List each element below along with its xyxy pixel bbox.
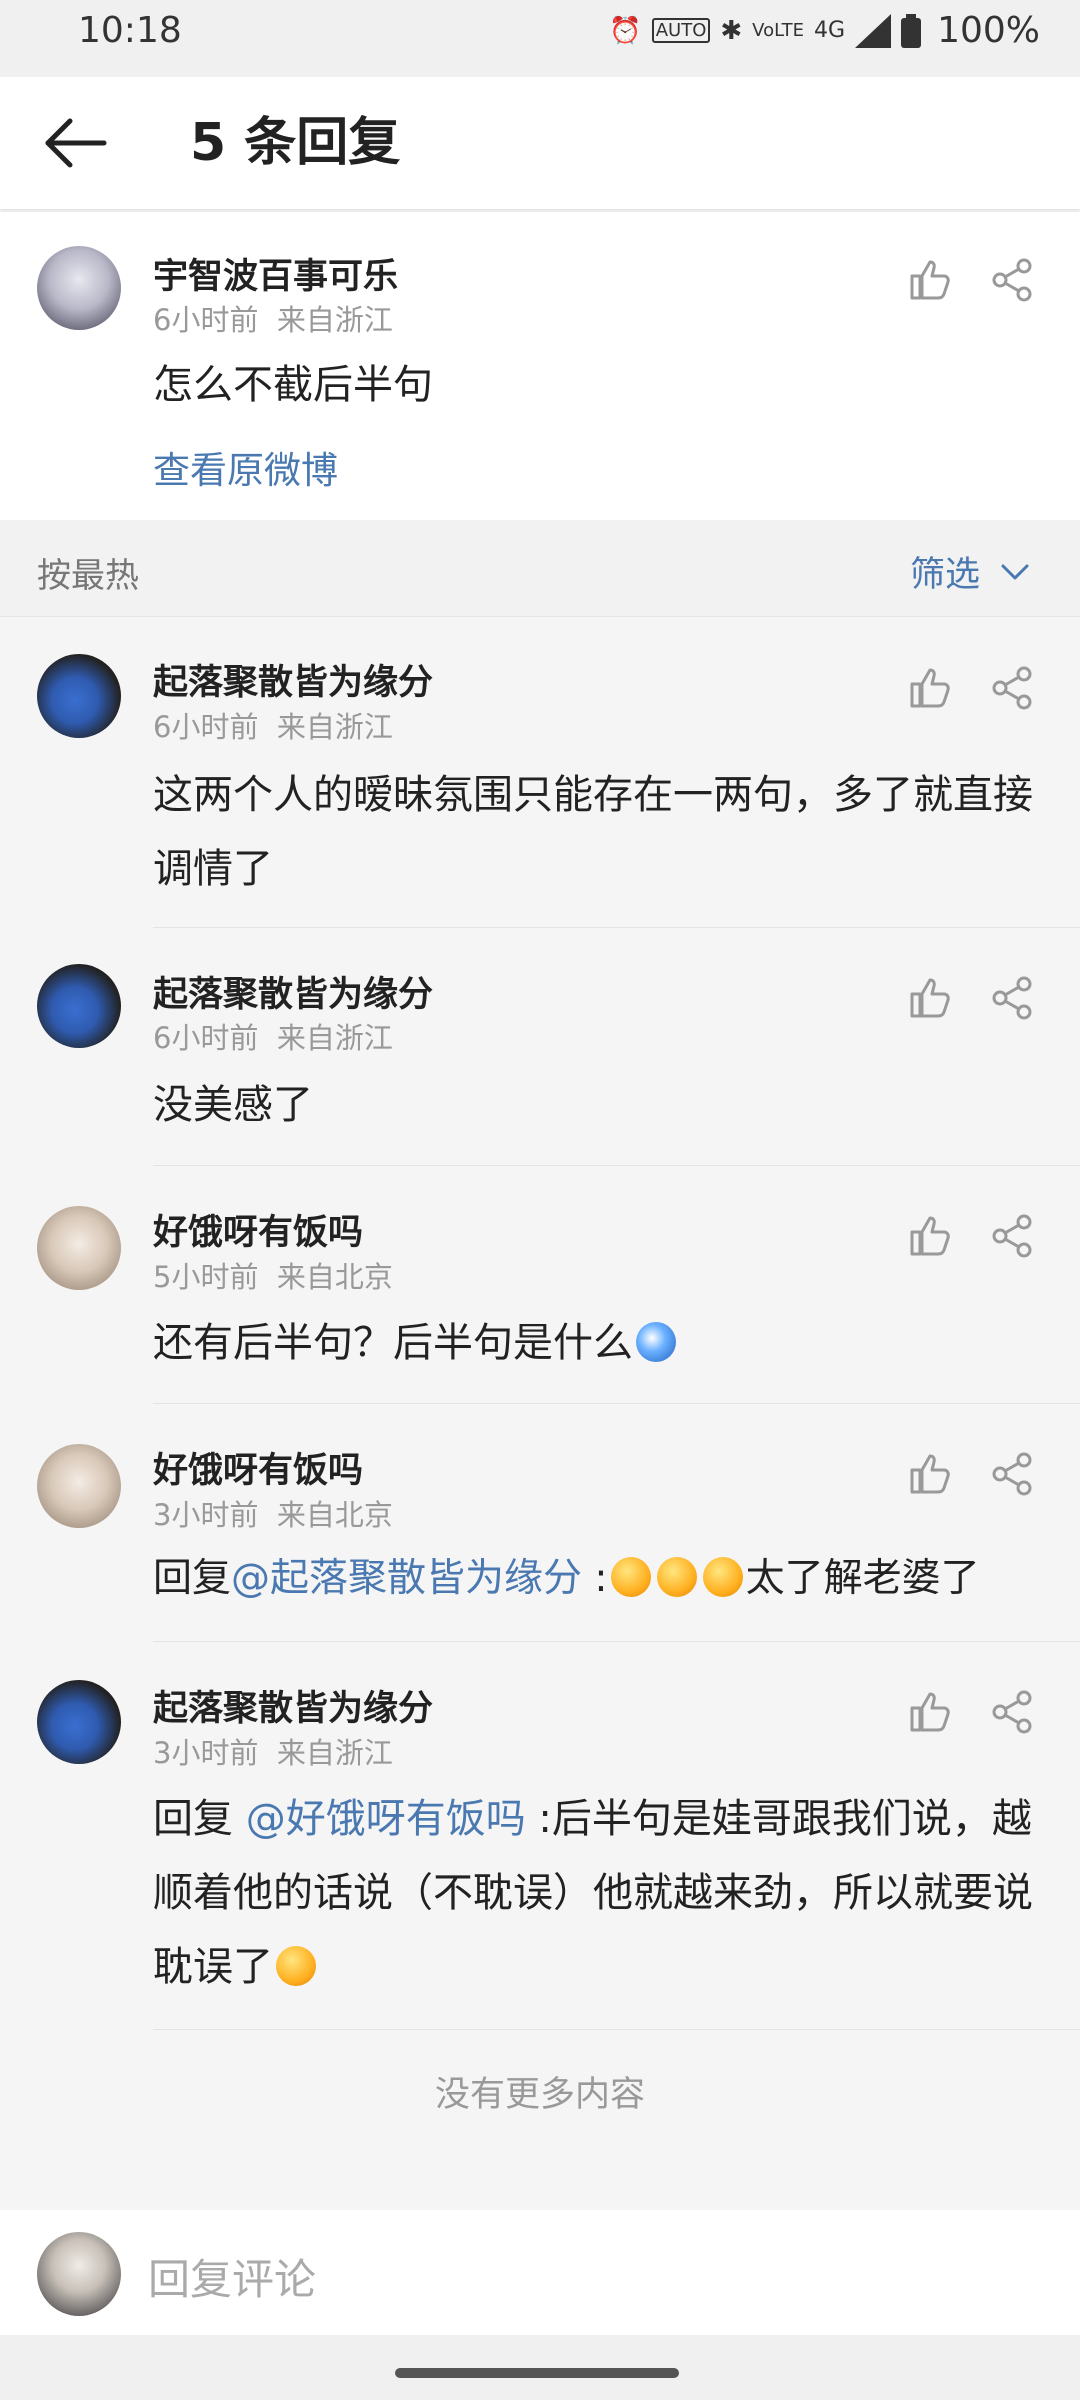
reply-prefix: 回复 — [153, 1796, 246, 1842]
status-icons: ⏰ AUTO ✱ VoLTE 4G 100% — [609, 10, 1040, 51]
comment-location: 来自浙江 — [276, 1736, 393, 1770]
comment-meta: 6小时前 来自浙江 — [153, 704, 393, 746]
no-more-content: 没有更多内容 — [434, 2075, 645, 2115]
user-name[interactable]: 起落聚散皆为缘分 — [153, 654, 433, 705]
comment-text: 没美感了 — [153, 1082, 313, 1128]
comment-meta: 6小时前 来自浙江 — [153, 1015, 393, 1057]
like-icon[interactable] — [906, 1212, 954, 1260]
comment-meta: 3小时前 来自北京 — [153, 1492, 393, 1534]
like-icon[interactable] — [906, 1450, 954, 1498]
battery-percentage: 100% — [937, 10, 1040, 51]
avatar[interactable] — [37, 964, 121, 1048]
comment-text: 怎么不截后半句 — [153, 362, 433, 408]
reply-item: 起落聚散皆为缘分 6小时前 来自浙江 没美感了 — [0, 928, 1080, 1166]
my-avatar — [37, 2232, 121, 2316]
user-name[interactable]: 起落聚散皆为缘分 — [153, 1680, 433, 1731]
user-name[interactable]: 宇智波百事可乐 — [153, 248, 398, 299]
alarm-icon: ⏰ — [609, 15, 642, 46]
comment-text: 还有后半句？后半句是什么 — [153, 1306, 1053, 1380]
comment-time: 6小时前 — [153, 710, 259, 744]
comment-text: 这两个人的暧昧氛围只能存在一两句，多了就直接调情了 — [153, 772, 1033, 892]
user-name[interactable]: 好饿呀有饭吗 — [153, 1442, 363, 1493]
comment-time: 6小时前 — [153, 303, 259, 337]
love-emoji-icon — [610, 1557, 651, 1597]
reply-prefix: 回复 — [153, 1556, 232, 1601]
back-arrow-icon[interactable] — [40, 107, 112, 179]
share-icon[interactable] — [988, 1688, 1036, 1736]
comment-time: 6小时前 — [153, 1021, 259, 1055]
status-time: 10:18 — [78, 10, 182, 51]
reply-item: 好饿呀有饭吗 5小时前 来自北京 还有后半句？后半句是什么 — [0, 1166, 1080, 1404]
comment-time: 3小时前 — [153, 1736, 259, 1770]
comment-location: 来自北京 — [276, 1260, 393, 1294]
bluetooth-icon: ✱ — [720, 15, 743, 46]
status-bar: 10:18 ⏰ AUTO ✱ VoLTE 4G 100% — [0, 0, 1080, 77]
view-original-link[interactable]: 查看原微博 — [153, 440, 338, 494]
header: 5 条回复 — [0, 77, 1080, 209]
avatar[interactable] — [37, 1206, 121, 1290]
smile-emoji-icon — [276, 1946, 316, 1986]
comment-text: 回复 @好饿呀有饭吗 :后半句是娃哥跟我们说，越顺着他的话说（不耽误）他就越来劲… — [153, 1782, 1053, 2004]
share-icon[interactable] — [988, 256, 1036, 304]
root-comment: 宇智波百事可乐 6小时前 来自浙江 怎么不截后半句 查看原微博 — [0, 212, 1080, 520]
filter-button[interactable]: 筛选 — [910, 546, 1030, 597]
comment-location: 来自浙江 — [276, 1021, 393, 1055]
share-icon[interactable] — [988, 1212, 1036, 1260]
doge-emoji-icon — [636, 1322, 676, 1362]
like-icon[interactable] — [906, 1688, 954, 1736]
love-emoji-icon — [702, 1557, 743, 1597]
comment-meta: 5小时前 来自北京 — [153, 1254, 393, 1296]
divider — [153, 2029, 1080, 2030]
avatar[interactable] — [37, 1680, 121, 1764]
user-name[interactable]: 起落聚散皆为缘分 — [153, 966, 433, 1017]
comment-meta: 6小时前 来自浙江 — [153, 297, 393, 339]
comment-body: 还有后半句？后半句是什么 — [153, 1320, 633, 1366]
share-icon[interactable] — [988, 974, 1036, 1022]
volte-icon: VoLTE — [752, 20, 805, 41]
battery-icon — [901, 13, 922, 48]
comment-time: 5小时前 — [153, 1260, 259, 1294]
avatar[interactable] — [37, 654, 121, 738]
auto-hd-icon: AUTO — [651, 18, 711, 43]
sort-by-hot[interactable]: 按最热 — [37, 548, 139, 597]
like-icon[interactable] — [906, 974, 954, 1022]
avatar[interactable] — [37, 1444, 121, 1528]
comment-body: : — [582, 1556, 608, 1601]
bottom-reply-bar[interactable]: 回复评论 — [0, 2210, 1080, 2335]
comment-text: 回复@起落聚散皆为缘分 : 太了解老婆了 — [153, 1542, 1073, 1616]
reply-comment-input[interactable]: 回复评论 — [148, 2246, 316, 2307]
like-icon[interactable] — [906, 664, 954, 712]
reply-item: 起落聚散皆为缘分 3小时前 来自浙江 回复 @好饿呀有饭吗 :后半句是娃哥跟我们… — [0, 1642, 1080, 2030]
comment-location: 来自浙江 — [276, 303, 393, 337]
chevron-down-icon — [1001, 564, 1029, 579]
filter-label: 筛选 — [909, 555, 980, 595]
home-gesture-handle[interactable] — [395, 2368, 679, 2378]
page-title: 5 条回复 — [190, 113, 401, 173]
comment-suffix: 太了解老婆了 — [745, 1556, 980, 1601]
like-icon[interactable] — [906, 256, 954, 304]
reply-item: 起落聚散皆为缘分 6小时前 来自浙江 这两个人的暧昧氛围只能存在一两句，多了就直… — [0, 618, 1080, 928]
user-name[interactable]: 好饿呀有饭吗 — [153, 1204, 363, 1255]
mention-link[interactable]: @好饿呀有饭吗 — [246, 1796, 526, 1842]
mention-link[interactable]: @起落聚散皆为缘分 — [231, 1556, 582, 1601]
sort-bar: 按最热 筛选 — [0, 520, 1080, 617]
comment-meta: 3小时前 来自浙江 — [153, 1730, 393, 1772]
love-emoji-icon — [656, 1557, 697, 1597]
signal-icon — [855, 13, 892, 48]
comment-location: 来自浙江 — [276, 710, 393, 744]
comment-time: 3小时前 — [153, 1498, 259, 1532]
share-icon[interactable] — [988, 1450, 1036, 1498]
reply-item: 好饿呀有饭吗 3小时前 来自北京 回复@起落聚散皆为缘分 : 太了解老婆了 — [0, 1404, 1080, 1642]
avatar[interactable] — [37, 246, 121, 330]
comment-location: 来自北京 — [276, 1498, 393, 1532]
share-icon[interactable] — [988, 664, 1036, 712]
4g-icon: 4G — [814, 18, 846, 43]
